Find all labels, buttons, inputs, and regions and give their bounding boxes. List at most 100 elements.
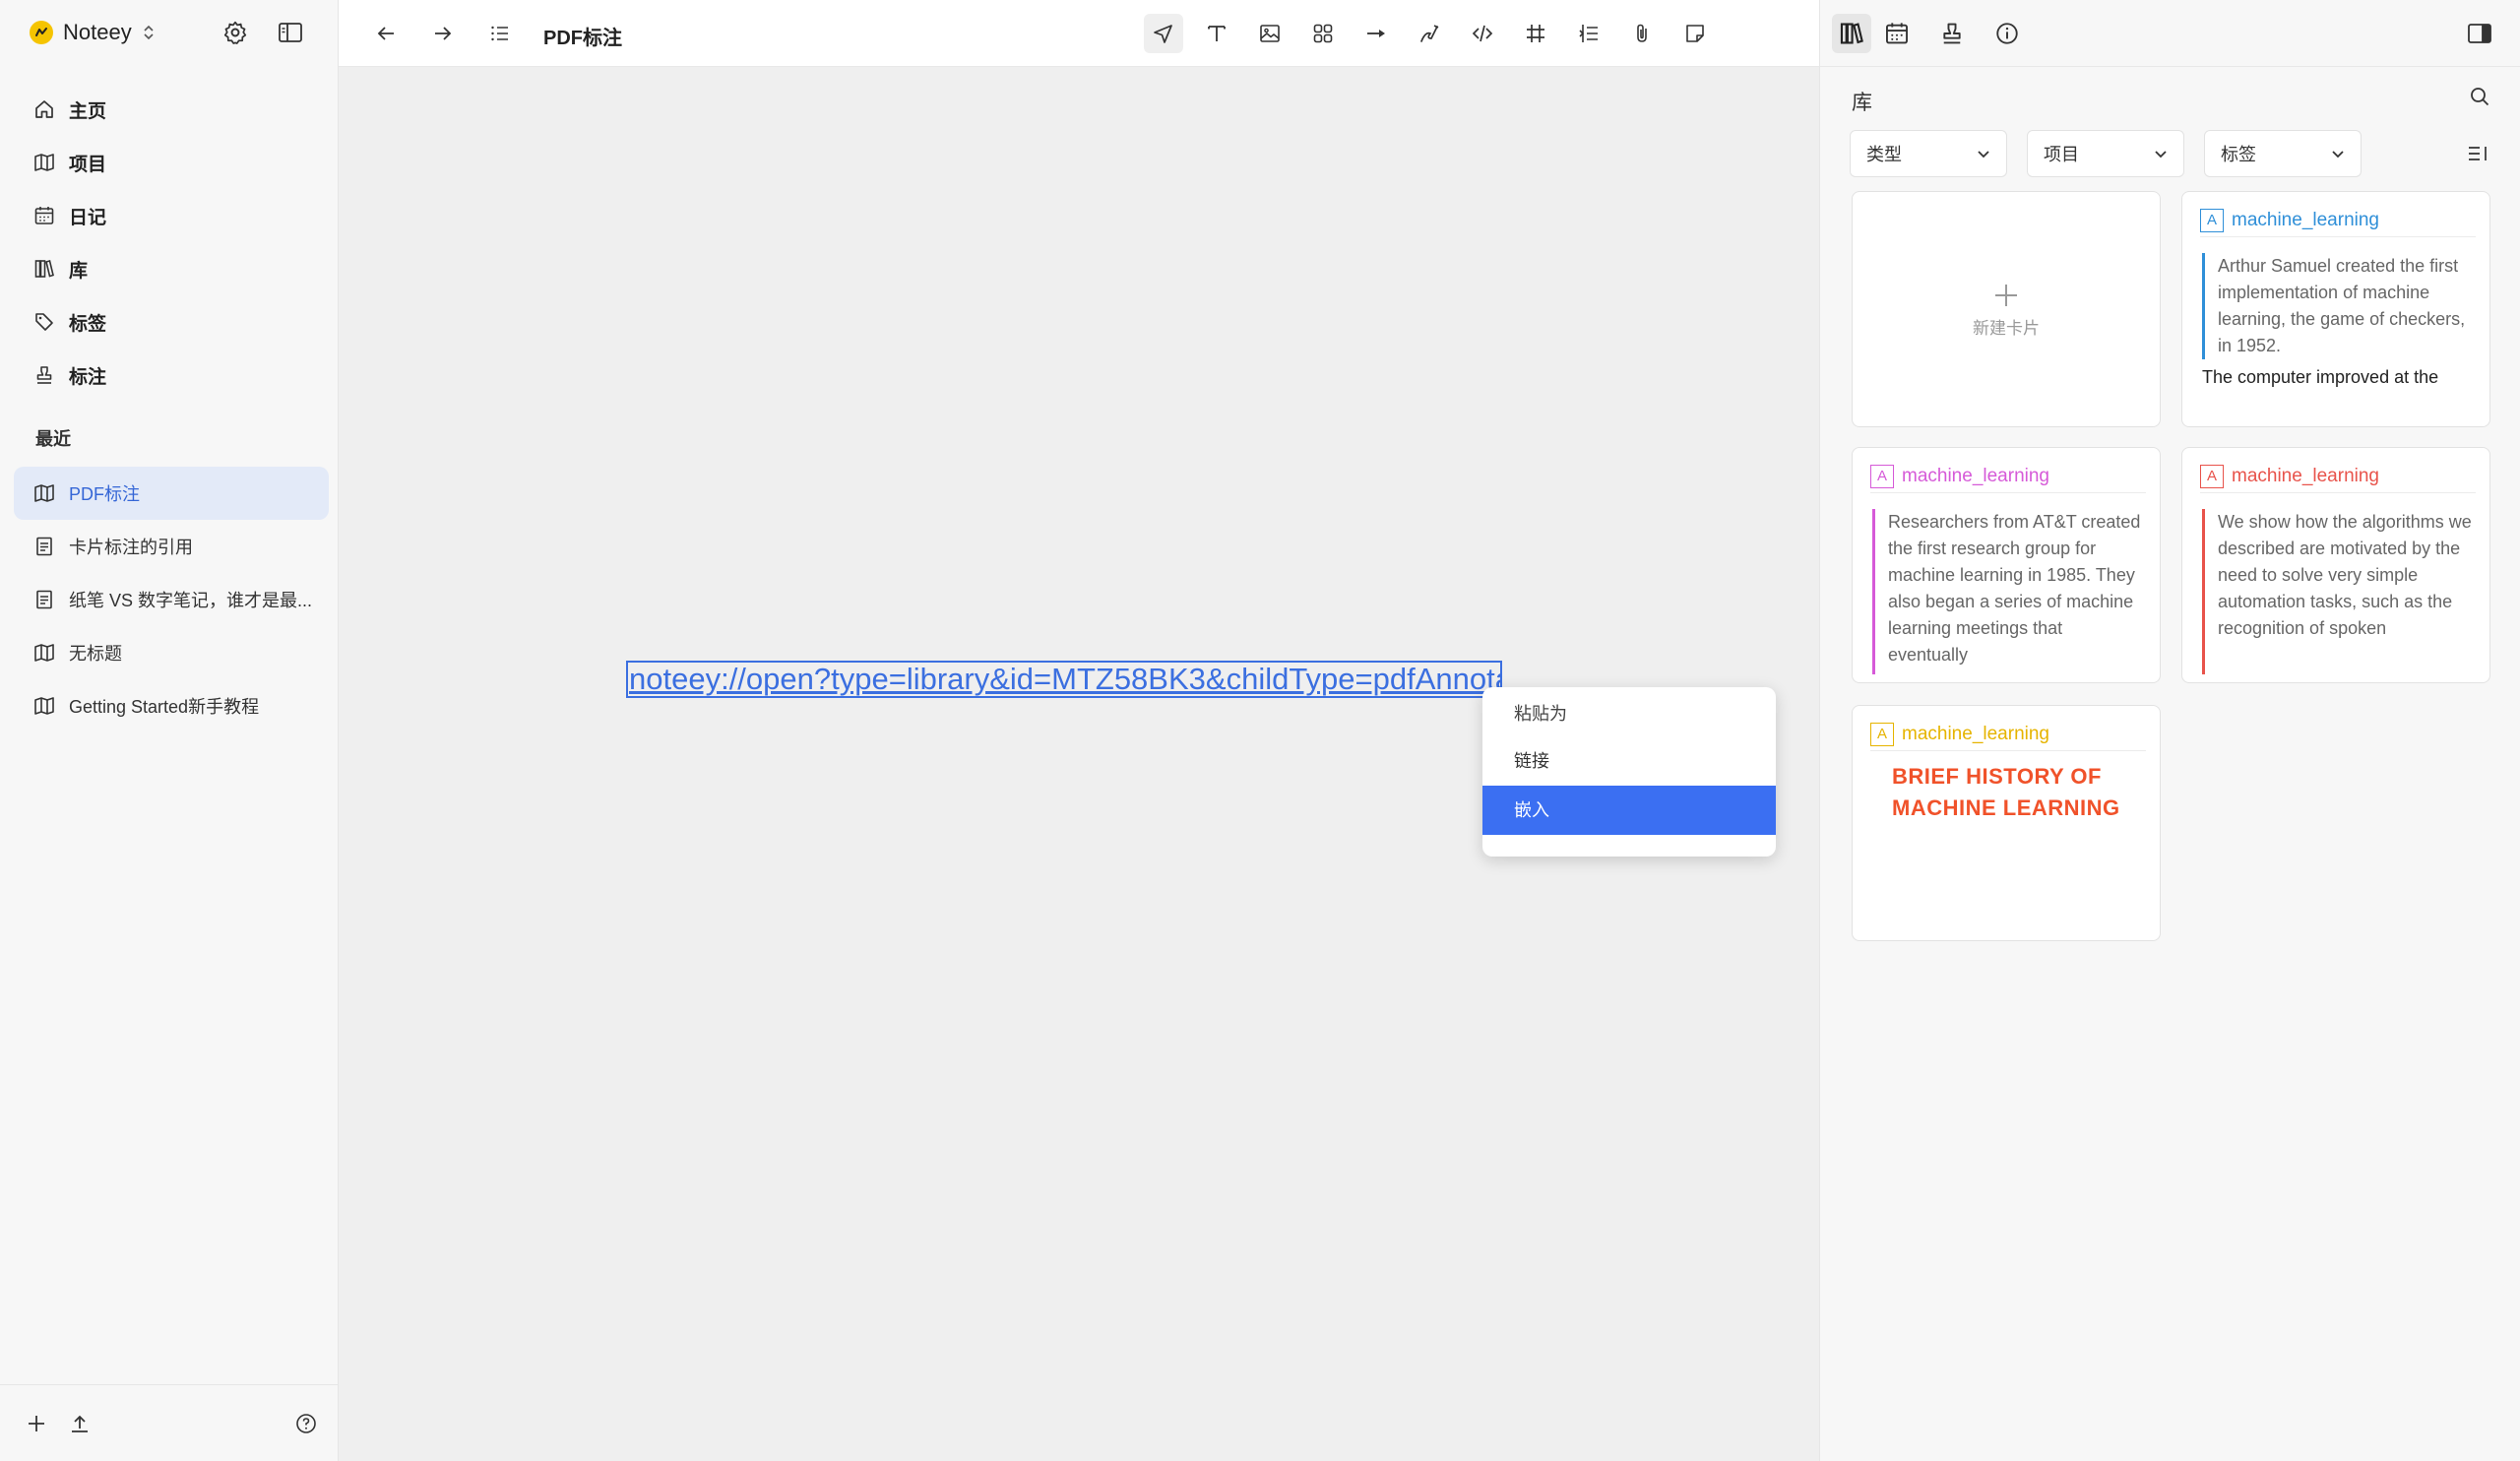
sidebar: Noteey 主页 项目 日记 库 标签 标注 最近 PDF标注 卡片标注的引用…	[0, 0, 339, 1461]
plus-icon[interactable]	[22, 1409, 51, 1438]
arrow-icon[interactable]	[1356, 14, 1396, 53]
menu-item-embed[interactable]: 嵌入	[1482, 786, 1776, 835]
sort-icon[interactable]	[2466, 142, 2489, 165]
nav-item-label: 库	[69, 260, 89, 282]
chevron-down-icon	[1975, 145, 1992, 162]
sidebar-toggle-icon[interactable]	[276, 18, 305, 47]
menu-item-link[interactable]: 链接	[1482, 736, 1776, 786]
gear-icon[interactable]	[220, 18, 250, 47]
sidebar-footer	[0, 1384, 339, 1461]
upload-icon[interactable]	[65, 1409, 94, 1438]
canvas[interactable]: noteey://open?type=library&id=MTZ58BK3&c…	[339, 67, 1819, 1461]
card-quote: Researchers from AT&T created the first …	[1872, 509, 2146, 674]
recent-item[interactable]: 无标题	[14, 626, 329, 679]
pen-icon[interactable]	[1410, 14, 1449, 53]
calendar-icon[interactable]	[1877, 14, 1917, 53]
card-heading: BRIEF HISTORY OF MACHINE LEARNING	[1892, 764, 2120, 820]
nav-item-journal[interactable]: 日记	[14, 189, 329, 242]
nav-item-tags[interactable]: 标签	[14, 295, 329, 349]
info-icon[interactable]	[1987, 14, 2027, 53]
recent-item[interactable]: PDF标注	[14, 467, 329, 520]
annotation-card[interactable]: A machine_learning Arthur Samuel created…	[2181, 191, 2490, 427]
stamp-icon	[33, 364, 55, 386]
nav-item-label: 主页	[69, 100, 107, 122]
document-icon	[33, 589, 55, 610]
attachment-icon[interactable]	[1622, 14, 1662, 53]
recent-item-label: 纸笔 VS 数字笔记，谁才是最...	[69, 591, 313, 610]
annotation-type-icon: A	[1870, 464, 1894, 488]
search-icon[interactable]	[2468, 85, 2491, 108]
recent-item[interactable]: 纸笔 VS 数字笔记，谁才是最...	[14, 573, 329, 626]
panel-heading: 库	[1852, 92, 1872, 114]
menu-title: 粘贴为	[1514, 704, 1567, 724]
stamp-icon[interactable]	[1932, 14, 1972, 53]
annotation-card[interactable]: A machine_learning Researchers from AT&T…	[1852, 447, 2161, 683]
map-icon	[33, 642, 55, 664]
card-tag: machine_learning	[1902, 465, 2049, 486]
chevron-updown-icon	[142, 23, 156, 42]
tag-filter-select[interactable]: 标签	[2204, 130, 2362, 177]
filter-label: 类型	[1866, 145, 1902, 164]
chevron-down-icon	[2152, 145, 2170, 162]
document-title: PDF标注	[543, 28, 622, 49]
annotation-type-icon: A	[1870, 722, 1894, 746]
nav-item-label: 标注	[69, 366, 107, 388]
annotation-card[interactable]: A machine_learning BRIEF HISTORY OF MACH…	[1852, 705, 2161, 941]
main-nav: 主页 项目 日记 库 标签 标注	[14, 83, 329, 402]
text-icon[interactable]	[1197, 14, 1236, 53]
nav-item-annotations[interactable]: 标注	[14, 349, 329, 402]
help-icon[interactable]	[291, 1409, 321, 1438]
link-text-node[interactable]: noteey://open?type=library&id=MTZ58BK3&c…	[626, 661, 1502, 698]
card-quote: Arthur Samuel created the first implemen…	[2202, 253, 2482, 359]
map-icon	[33, 482, 55, 504]
recent-list: PDF标注 卡片标注的引用 纸笔 VS 数字笔记，谁才是最... 无标题 Get…	[14, 467, 329, 732]
recent-section-label: 最近	[35, 429, 71, 449]
nav-item-label: 标签	[69, 313, 107, 335]
new-card-label: 新建卡片	[1973, 318, 2040, 338]
back-arrow-icon[interactable]	[366, 14, 406, 53]
annotation-type-icon: A	[2200, 464, 2224, 488]
annotation-type-icon: A	[2200, 208, 2224, 232]
image-icon[interactable]	[1250, 14, 1290, 53]
annotation-card[interactable]: A machine_learning We show how the algor…	[2181, 447, 2490, 683]
project-filter-select[interactable]: 项目	[2027, 130, 2184, 177]
recent-item-label: 卡片标注的引用	[69, 538, 193, 557]
grid-icon[interactable]	[1303, 14, 1343, 53]
recent-item[interactable]: 卡片标注的引用	[14, 520, 329, 573]
nav-item-label: 项目	[69, 154, 107, 175]
nav-item-home[interactable]: 主页	[14, 83, 329, 136]
app-name: Noteey	[63, 20, 132, 44]
library-icon[interactable]	[1832, 14, 1871, 53]
filter-bar: 类型 项目 标签	[1850, 130, 2362, 177]
card-tag: machine_learning	[1902, 723, 2049, 744]
workspace-switcher[interactable]: Noteey	[30, 14, 156, 51]
right-panel: 库 类型 项目 标签 新建卡片 A machine_learning Arthu…	[1819, 0, 2520, 1461]
type-filter-select[interactable]: 类型	[1850, 130, 2007, 177]
nav-item-library[interactable]: 库	[14, 242, 329, 295]
pointer-icon[interactable]	[1144, 14, 1183, 53]
recent-item[interactable]: Getting Started新手教程	[14, 679, 329, 732]
new-card-button[interactable]: 新建卡片	[1852, 191, 2161, 427]
map-icon	[33, 152, 55, 173]
indent-icon[interactable]	[1569, 14, 1608, 53]
right-panel-tabs	[1820, 0, 2520, 67]
nav-item-projects[interactable]: 项目	[14, 136, 329, 189]
document-icon	[33, 536, 55, 557]
nav-item-label: 日记	[69, 207, 107, 228]
app-logo	[30, 21, 53, 44]
calendar-icon	[33, 205, 55, 226]
panel-toggle-icon[interactable]	[2460, 14, 2499, 53]
sticky-note-icon[interactable]	[1675, 14, 1715, 53]
frame-icon[interactable]	[1516, 14, 1555, 53]
recent-item-label: 无标题	[69, 644, 122, 664]
card-tag: machine_learning	[2232, 209, 2379, 230]
map-icon	[33, 695, 55, 717]
forward-arrow-icon[interactable]	[423, 14, 463, 53]
outline-list-icon[interactable]	[480, 14, 520, 53]
card-quote: We show how the algorithms we described …	[2202, 509, 2476, 674]
card-tag: machine_learning	[2232, 465, 2379, 486]
recent-item-label: Getting Started新手教程	[69, 697, 260, 717]
code-icon[interactable]	[1463, 14, 1502, 53]
filter-label: 项目	[2044, 145, 2079, 164]
paste-context-menu: 粘贴为 链接 嵌入	[1482, 687, 1776, 857]
